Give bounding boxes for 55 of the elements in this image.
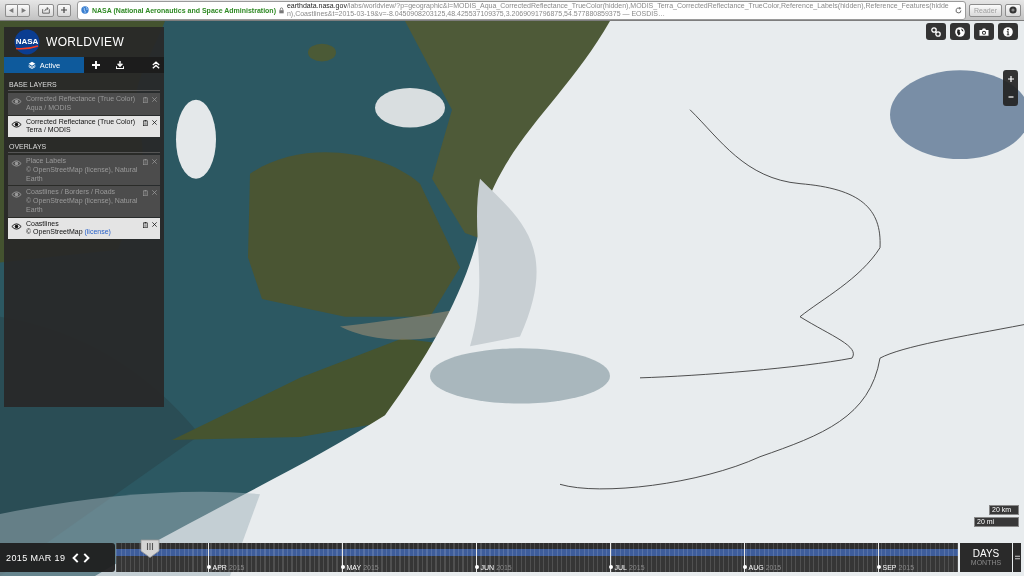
month-marker-icon bbox=[206, 565, 211, 569]
month-marker-icon bbox=[340, 565, 345, 569]
clipboard-icon[interactable] bbox=[143, 159, 148, 165]
link-icon bbox=[931, 26, 941, 37]
lock-icon bbox=[278, 6, 284, 14]
layers-icon bbox=[27, 61, 36, 69]
snapshot-button[interactable] bbox=[974, 23, 994, 40]
month-marker-icon bbox=[876, 565, 881, 569]
forward-button[interactable] bbox=[17, 3, 30, 17]
close-icon[interactable] bbox=[152, 119, 157, 125]
previous-day-button[interactable] bbox=[72, 552, 80, 563]
left-triangle-icon bbox=[9, 7, 14, 13]
date-label[interactable]: 2015 MAR 19 bbox=[6, 552, 66, 563]
globe-icon bbox=[81, 6, 89, 14]
right-triangle-icon bbox=[21, 7, 26, 13]
clipboard-icon[interactable] bbox=[143, 190, 148, 197]
clipboard-icon[interactable] bbox=[143, 221, 148, 228]
grip-icon[interactable] bbox=[1014, 555, 1020, 560]
address-field[interactable] bbox=[77, 0, 967, 20]
plus-icon bbox=[92, 61, 100, 69]
clipboard-icon[interactable] bbox=[143, 119, 148, 126]
eye-icon[interactable] bbox=[11, 120, 22, 128]
share-icon bbox=[42, 6, 50, 14]
timeline-handle[interactable] bbox=[139, 539, 160, 558]
share-button[interactable] bbox=[38, 3, 54, 17]
plus-icon bbox=[61, 7, 67, 13]
info-icon bbox=[1003, 26, 1013, 37]
chevron-left-icon bbox=[72, 552, 80, 563]
next-day-button[interactable] bbox=[83, 552, 91, 563]
chevron-right-icon bbox=[83, 552, 91, 563]
downloads-button[interactable] bbox=[1005, 3, 1021, 17]
double-chevron-up-icon bbox=[152, 61, 160, 69]
link-button[interactable] bbox=[926, 23, 946, 40]
zoom-in-button[interactable] bbox=[1003, 70, 1018, 88]
month-marker-icon bbox=[608, 565, 613, 569]
projection-button[interactable] bbox=[950, 23, 970, 40]
eye-icon[interactable] bbox=[11, 222, 22, 230]
app-title: WORLDVIEW bbox=[46, 35, 125, 49]
zoom-out-button[interactable] bbox=[1003, 88, 1018, 106]
add-bookmark-button[interactable] bbox=[57, 3, 71, 17]
close-icon[interactable] bbox=[152, 221, 157, 227]
zoom-level-option[interactable]: DAYS bbox=[972, 547, 1000, 560]
app-logo: NASA bbox=[12, 29, 42, 55]
camera-icon bbox=[979, 26, 989, 37]
globe-icon bbox=[955, 26, 965, 37]
minus-icon bbox=[1007, 96, 1014, 98]
plus-icon bbox=[1007, 76, 1014, 82]
back-button[interactable] bbox=[5, 3, 17, 17]
circle-icon bbox=[1009, 6, 1017, 14]
info-button[interactable] bbox=[998, 23, 1018, 40]
clipboard-icon[interactable] bbox=[143, 97, 148, 103]
month-marker-icon bbox=[742, 565, 747, 569]
download-icon bbox=[116, 61, 124, 69]
reload-icon[interactable] bbox=[955, 6, 963, 14]
month-marker-icon bbox=[474, 565, 479, 569]
